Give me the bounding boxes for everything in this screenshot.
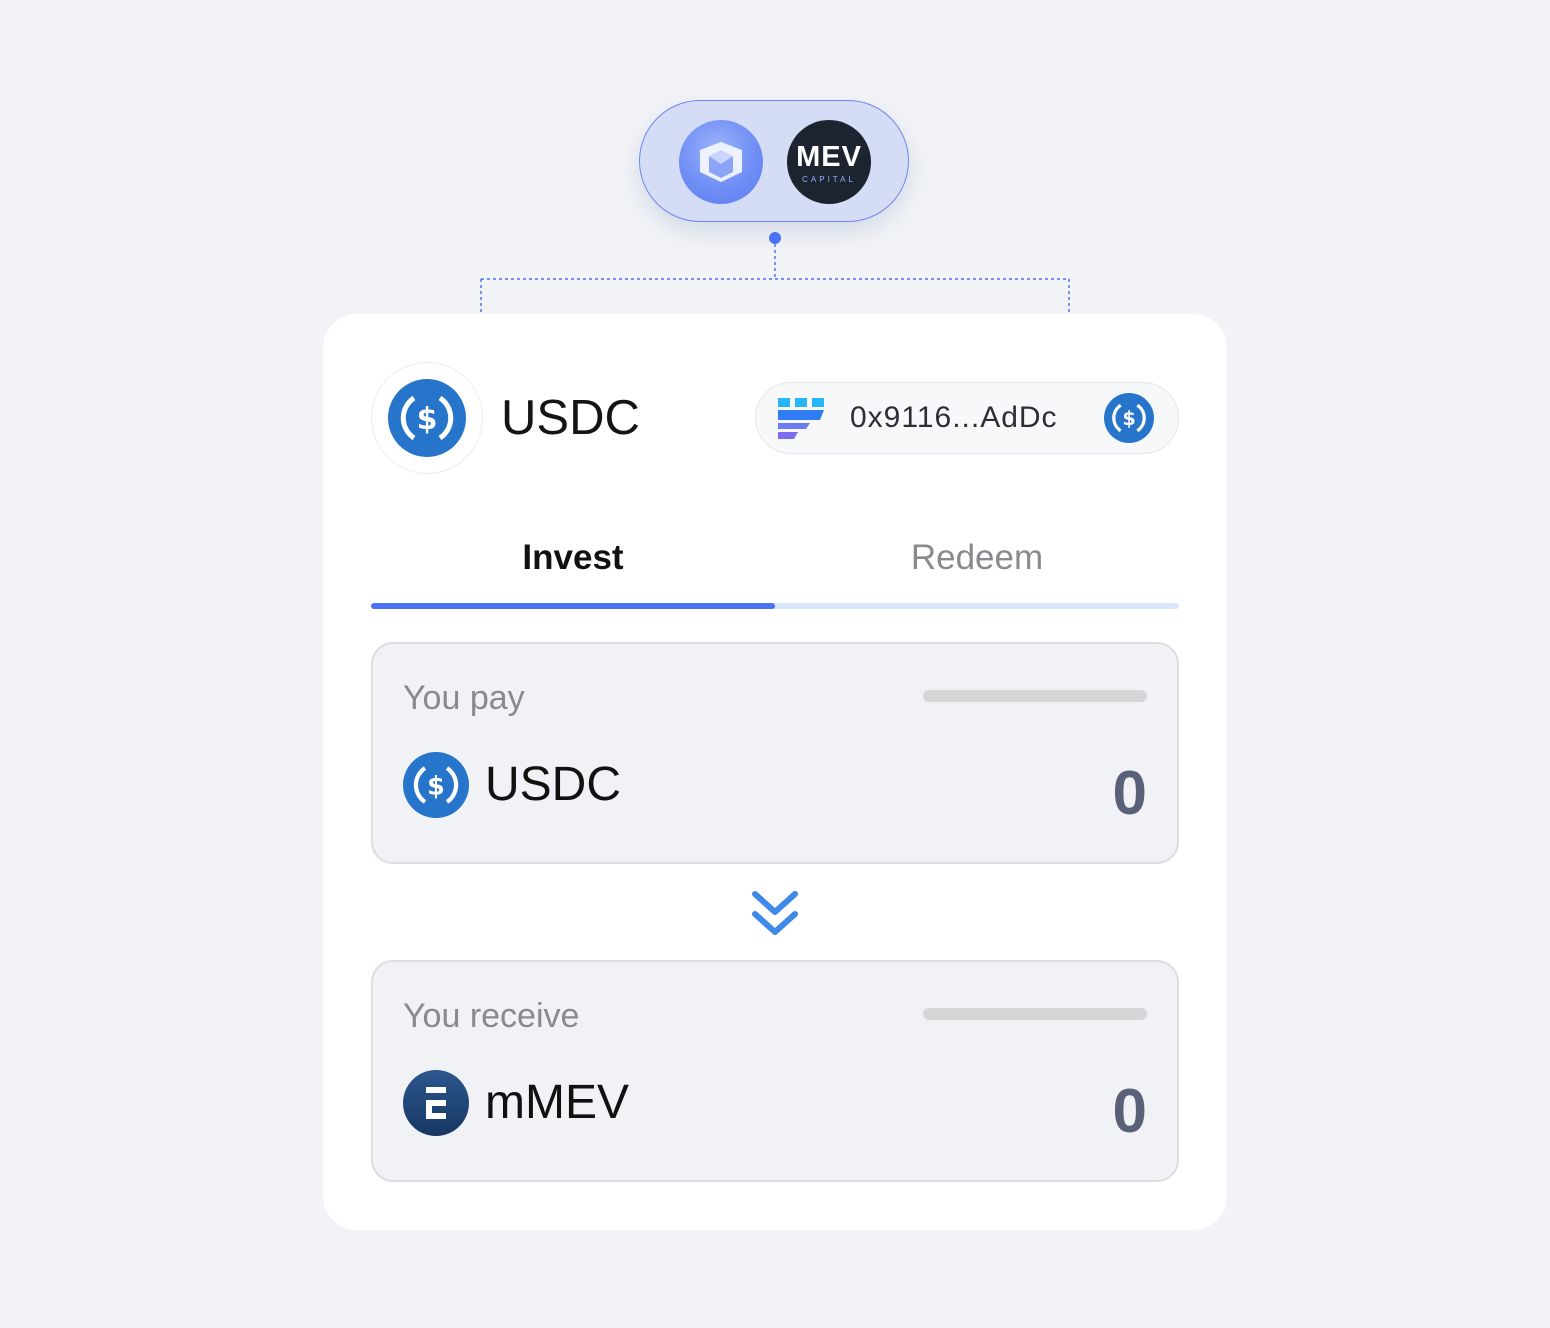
usdc-icon: $ bbox=[1104, 393, 1154, 447]
double-chevron-down-icon bbox=[749, 888, 801, 944]
usdc-icon[interactable]: $ bbox=[403, 752, 469, 822]
receive-label: You receive bbox=[403, 997, 580, 1035]
receive-panel: You receive mMEV 0 bbox=[371, 960, 1179, 1182]
pay-amount-input[interactable]: 0 bbox=[1113, 756, 1147, 832]
contract-address-text: 0x9116...AdDc bbox=[850, 401, 1058, 434]
svg-text:$: $ bbox=[1122, 407, 1135, 430]
pay-token-name[interactable]: USDC bbox=[485, 756, 621, 814]
pay-panel: You pay $ USDC 0 bbox=[371, 642, 1179, 864]
connector-lines bbox=[480, 232, 1070, 314]
pay-balance-placeholder bbox=[923, 690, 1147, 702]
svg-text:$: $ bbox=[427, 770, 445, 800]
mmev-icon[interactable] bbox=[403, 1070, 469, 1140]
receive-amount-output: 0 bbox=[1112, 1077, 1147, 1146]
tab-redeem[interactable]: Redeem bbox=[775, 532, 1179, 584]
tab-invest[interactable]: Invest bbox=[371, 532, 775, 584]
receive-balance-placeholder bbox=[923, 1008, 1147, 1020]
receive-token-name[interactable]: mMEV bbox=[485, 1074, 629, 1132]
contract-address-pill[interactable]: 0x9116...AdDc $ bbox=[755, 382, 1179, 454]
chain-logo-icon bbox=[778, 398, 830, 444]
tab-active-indicator bbox=[371, 603, 775, 609]
svg-text:$: $ bbox=[417, 402, 438, 437]
token-title: USDC bbox=[501, 391, 640, 445]
invest-card: $ USDC 0x9116...AdDc $ Invest Redeem You… bbox=[323, 314, 1227, 1230]
pay-label: You pay bbox=[403, 679, 525, 717]
usdc-icon: $ bbox=[371, 362, 483, 474]
